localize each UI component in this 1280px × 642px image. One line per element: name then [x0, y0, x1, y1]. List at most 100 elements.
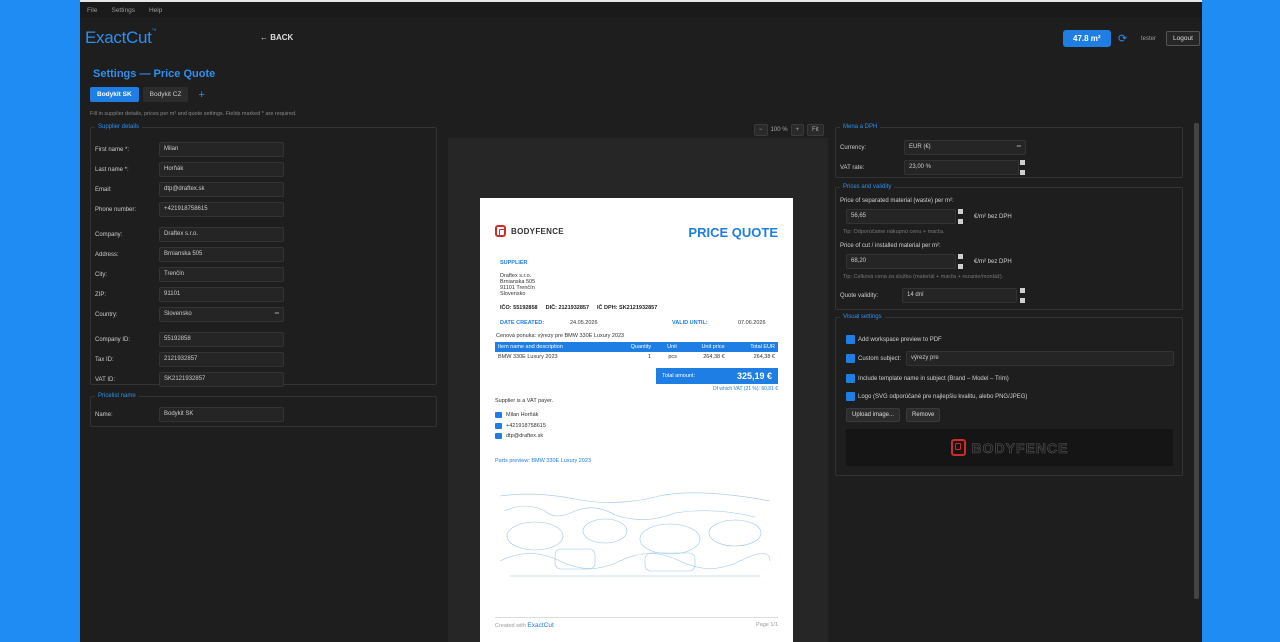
template-name-checkbox[interactable]	[846, 374, 855, 383]
last-name-field[interactable]: Horňák	[159, 162, 284, 177]
quote-validity-stepper[interactable]	[1020, 288, 1026, 303]
page-hint: Fill in supplier details, prices per m² …	[90, 111, 297, 117]
company-field[interactable]: Draftex s.r.o.	[159, 227, 284, 242]
tax-id-field[interactable]: 2121932857	[159, 352, 284, 367]
doc-brand: BODYFENCE	[495, 225, 564, 237]
prices-legend: Prices and validity	[843, 184, 892, 190]
company-id-label: Company ID:	[95, 336, 131, 343]
upload-image-button[interactable]: Upload image...	[846, 408, 901, 422]
currency-select[interactable]: EUR (€) ═	[904, 140, 1026, 155]
custom-subject-checkbox[interactable]	[846, 354, 855, 363]
cut-price-label: Price of cut / installed material per m²…	[840, 243, 941, 249]
dropdown-icon: ═	[1016, 144, 1021, 150]
back-button[interactable]: ← BACK	[260, 33, 293, 42]
first-name-label: First name *:	[95, 146, 130, 153]
parts-preview-image	[499, 492, 771, 577]
custom-subject-field[interactable]: výrezy pre	[906, 351, 1174, 366]
pricelist-tabs: Bodykit SK Bodykit CZ +	[90, 87, 205, 102]
doc-total: Total amount: 325,19 €	[656, 368, 778, 384]
menu-file[interactable]: File	[87, 7, 97, 14]
visual-section: Visual settings Add workspace preview to…	[835, 314, 1183, 476]
template-name-label: Include template name in subject (Brand …	[858, 376, 1009, 382]
scrollbar[interactable]	[1194, 123, 1199, 599]
visual-legend: Visual settings	[843, 314, 882, 320]
logout-button[interactable]: Logout	[1166, 31, 1200, 46]
zoom-bar: − 100 % + Fit	[754, 124, 824, 136]
doc-parts-preview-label: Parts preview: BMW 330E Luxury 2023	[495, 458, 591, 464]
logo-checkbox[interactable]	[846, 392, 855, 401]
phone-icon	[495, 423, 502, 429]
doc-contact-name: Milan Horňák	[495, 412, 538, 418]
address-field[interactable]: Brnianska 505	[159, 247, 284, 262]
zoom-out-button[interactable]: −	[754, 124, 768, 136]
add-tab-button[interactable]: +	[198, 89, 204, 101]
pricelist-name-field[interactable]: Bodykit SK	[159, 407, 284, 422]
waste-price-label: Price of separated material (waste) per …	[840, 198, 954, 204]
vat-rate-label: VAT rate:	[840, 164, 865, 171]
user-name: tester	[1141, 36, 1157, 42]
top-bar: ExactCut™ ← BACK 47.8 m² ⟳ tester Logout	[80, 18, 1202, 58]
waste-price-field[interactable]: 56,65	[846, 209, 956, 224]
vat-id-field[interactable]: SK2121932857	[159, 372, 284, 387]
tab-bodykit-sk[interactable]: Bodykit SK	[90, 87, 139, 102]
workspace-preview-checkbox[interactable]	[846, 335, 855, 344]
first-name-field[interactable]: Milan	[159, 142, 284, 157]
vat-rate-field[interactable]: 23,00 %	[904, 160, 1019, 175]
quote-validity-field[interactable]: 14 dní	[902, 288, 1017, 303]
phone-field[interactable]: +421918758615	[159, 202, 284, 217]
cut-tip: Tip: Celková cena za službu (materiál + …	[843, 274, 1004, 280]
company-label: Company:	[95, 231, 123, 238]
doc-supplier-heading: SUPPLIER	[500, 260, 528, 266]
email-label: Email:	[95, 186, 112, 193]
table-row: BMW 330E Luxury 2023 1 pcs 264,38 €264,38 €	[498, 354, 775, 360]
logo-label: Logo (SVG odporúčané pre najlepšiu kvali…	[858, 394, 1028, 400]
last-name-label: Last name *:	[95, 166, 129, 173]
doc-contact-email: dtp@draftex.sk	[495, 433, 543, 439]
zoom-level: 100 %	[770, 127, 788, 133]
zip-field[interactable]: 91101	[159, 287, 284, 302]
cut-price-stepper[interactable]	[958, 254, 964, 269]
person-icon	[495, 412, 502, 418]
tab-bodykit-cz[interactable]: Bodykit CZ	[142, 87, 189, 102]
refresh-icon[interactable]: ⟳	[1118, 32, 1127, 45]
zoom-fit-button[interactable]: Fit	[807, 124, 824, 136]
zoom-in-button[interactable]: +	[790, 124, 805, 136]
currency-value: EUR (€)	[909, 144, 931, 150]
city-field[interactable]: Trenčín	[159, 267, 284, 282]
doc-title: PRICE QUOTE	[688, 225, 778, 240]
doc-items-table: Item name and description Quantity Unit Uni…	[495, 342, 778, 362]
country-value: Slovensko	[164, 311, 192, 317]
page-title: Settings — Price Quote	[93, 68, 216, 80]
app-logo: ExactCut™	[85, 28, 157, 47]
remove-logo-button[interactable]: Remove	[906, 408, 941, 422]
prices-section: Prices and validity Price of separated m…	[835, 184, 1183, 310]
email-field[interactable]: dtp@draftex.sk	[159, 182, 284, 197]
doc-vat-note: Of which VAT (21 %): 60,81 €	[712, 386, 778, 392]
company-id-field[interactable]: 55192858	[159, 332, 284, 347]
table-header: Item name and description Quantity Unit Uni…	[495, 342, 778, 352]
doc-ids: IČO: 55192858 DIČ: 2121932857 IČ DPH: SK21…	[500, 305, 658, 311]
menu-bar: File Settings Help	[80, 0, 1202, 18]
vat-rate-stepper[interactable]	[1020, 160, 1026, 175]
currency-label: Currency:	[840, 144, 867, 151]
cut-price-field[interactable]: 68,20	[846, 254, 956, 269]
pricelist-legend: Pricelist name	[98, 393, 136, 399]
pricelist-section: Pricelist name Name: Bodykit SK	[90, 393, 437, 427]
menu-settings[interactable]: Settings	[111, 7, 135, 14]
currency-legend: Mena a DPH	[843, 124, 878, 130]
vat-id-label: VAT ID:	[95, 376, 116, 383]
logo-preview: BODYFENCE	[846, 429, 1173, 466]
doc-footer: Created with ExactCut Page 1/1	[495, 617, 778, 629]
supplier-section: Supplier details First name *: Milan Last…	[90, 124, 437, 387]
doc-dates: DATE CREATED: 24.05.2026 VALID UNTIL: 07…	[500, 320, 766, 326]
waste-price-stepper[interactable]	[958, 209, 964, 224]
phone-label: Phone number:	[95, 206, 137, 213]
workspace-preview-label: Add workspace preview to PDF	[858, 337, 942, 343]
area-badge[interactable]: 47.8 m²	[1063, 30, 1111, 47]
menu-help[interactable]: Help	[149, 7, 162, 14]
app-window: File Settings Help ExactCut™ ← BACK 47.8…	[80, 0, 1202, 642]
zip-label: ZIP:	[95, 291, 107, 298]
pdf-document: BODYFENCE PRICE QUOTE SUPPLIER Draftex s…	[480, 198, 793, 642]
country-select[interactable]: Slovensko ═	[159, 307, 284, 322]
doc-vat-payer: Supplier is a VAT payer.	[495, 398, 554, 404]
